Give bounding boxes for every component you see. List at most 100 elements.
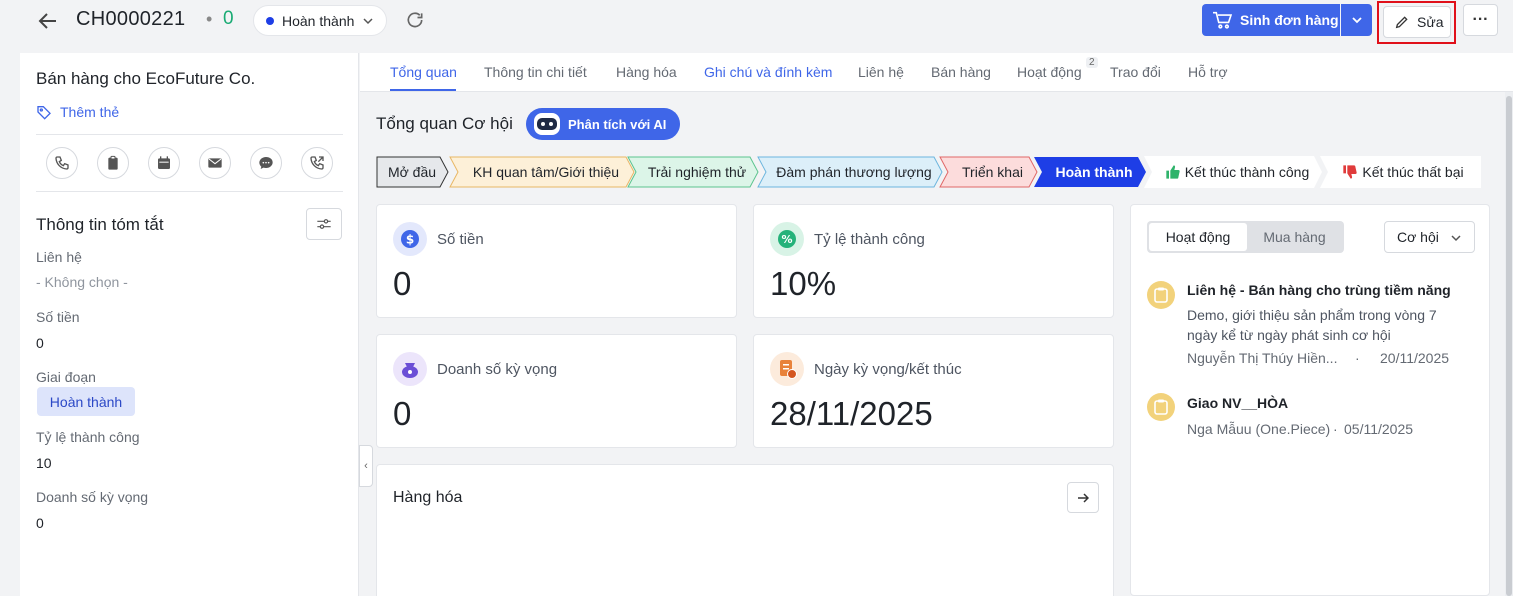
edit-button[interactable]: Sửa <box>1383 6 1451 38</box>
scrollbar-thumb[interactable] <box>1506 96 1512 596</box>
amount-card-value: 0 <box>393 265 412 302</box>
tab-overview[interactable]: Tổng quan <box>390 64 457 80</box>
activity-meta-sep: · <box>1355 350 1360 366</box>
tab-goods[interactable]: Hàng hóa <box>616 64 677 80</box>
dollar-icon: $ <box>393 222 427 256</box>
status-dropdown[interactable]: Hoàn thành <box>253 5 387 36</box>
add-tag-label: Thêm thẻ <box>60 104 120 120</box>
svg-text:$: $ <box>406 233 414 247</box>
thumbs-down-icon <box>1343 165 1358 179</box>
rate-value: 10 <box>36 455 52 471</box>
divider <box>36 191 343 192</box>
stage-pipeline: Mở đầu KH quan tâm/Giới thiệu Trải nghiệ… <box>376 156 1486 188</box>
collapse-panel-button[interactable]: ‹ <box>359 445 373 487</box>
ai-analysis-button[interactable]: Phân tích với AI <box>526 108 680 140</box>
back-arrow-icon[interactable] <box>36 9 60 33</box>
tab-details[interactable]: Thông tin chi tiết <box>484 64 587 80</box>
left-panel: Bán hàng cho EcoFuture Co. Thêm thẻ Thôn… <box>20 53 359 596</box>
expected-sales-value: 0 <box>393 395 412 432</box>
tab-discussion[interactable]: Trao đổi <box>1110 64 1161 80</box>
expected-value: 0 <box>36 515 44 531</box>
more-options-button[interactable]: ··· <box>1463 4 1498 36</box>
stage-deployment[interactable]: Triển khai <box>948 156 1037 188</box>
calendar-button[interactable] <box>148 147 180 179</box>
task-clipboard-icon <box>1147 393 1175 421</box>
tab-contacts[interactable]: Liên hệ <box>858 64 904 80</box>
stage-failed[interactable]: Kết thúc thất bại <box>1328 156 1478 188</box>
expected-date-label: Ngày kỳ vọng/kết thúc <box>814 361 962 378</box>
stage-negotiation[interactable]: Đàm phán thương lượng <box>766 156 942 188</box>
status-label: Hoàn thành <box>282 12 355 29</box>
stage-completed[interactable]: Hoàn thành <box>1042 156 1146 188</box>
stage-interested[interactable]: KH quan tâm/Giới thiệu <box>458 156 634 188</box>
goods-open-button[interactable] <box>1067 482 1099 513</box>
refresh-icon[interactable] <box>405 10 425 30</box>
generate-order-dropdown[interactable] <box>1341 4 1372 36</box>
segment-activity[interactable]: Hoạt động <box>1149 223 1247 251</box>
opportunity-code: CH0000221 <box>76 8 186 30</box>
stage-label: Giai đoạn <box>36 369 96 385</box>
activity-author: Nga Mẫuu (One.Piece) <box>1187 421 1331 437</box>
email-button[interactable] <box>199 147 231 179</box>
chevron-down-icon <box>1351 17 1362 24</box>
stage-failed-label: Kết thúc thất bại <box>1362 164 1464 180</box>
percent-icon: % <box>770 222 804 256</box>
amount-value: 0 <box>36 335 44 351</box>
summary-title: Thông tin tóm tắt <box>36 215 164 234</box>
activity-title[interactable]: Giao NV__HÒA <box>1187 395 1288 411</box>
activity-filter-select[interactable]: Cơ hội <box>1384 221 1475 253</box>
tab-activities[interactable]: Hoạt động <box>1017 64 1082 80</box>
arrow-right-icon <box>1078 492 1089 503</box>
stage-success-label: Kết thúc thành công <box>1184 164 1310 180</box>
overview-title: Tổng quan Cơ hội <box>376 114 513 133</box>
activity-title[interactable]: Liên hệ - Bán hàng cho trùng tiềm năng <box>1187 282 1451 298</box>
more-label: ··· <box>1472 11 1489 28</box>
task-button[interactable] <box>97 147 129 179</box>
add-tag-link[interactable]: Thêm thẻ <box>36 104 119 120</box>
quick-actions <box>46 147 333 179</box>
call-transfer-icon <box>310 156 324 170</box>
activity-segment-control: Hoạt động Mua hàng <box>1147 221 1344 253</box>
chat-button[interactable] <box>250 147 282 179</box>
thumbs-up-icon <box>1166 165 1180 179</box>
contact-value: - Không chọn - <box>36 274 128 290</box>
generate-order-button[interactable]: Sinh đơn hàng <box>1202 4 1340 36</box>
goods-card: Hàng hóa <box>376 464 1114 596</box>
stage-opening[interactable]: Mở đầu <box>376 156 448 188</box>
contact-label: Liên hệ <box>36 249 82 265</box>
phone-button[interactable] <box>46 147 78 179</box>
top-bar: CH0000221 • 0 Hoàn thành Sinh đơn hàng S… <box>0 0 1513 44</box>
mail-icon <box>208 158 222 168</box>
status-dot <box>266 16 274 25</box>
header-amount: 0 <box>223 8 234 29</box>
success-rate-value: 10% <box>770 265 837 302</box>
segment-purchase[interactable]: Mua hàng <box>1247 223 1342 251</box>
separator-dot: • <box>206 9 213 29</box>
success-rate-label: Tỷ lệ thành công <box>814 231 925 248</box>
tab-notes[interactable]: Ghi chú và đính kèm <box>704 64 832 80</box>
opportunity-title: Bán hàng cho EcoFuture Co. <box>36 69 256 88</box>
rate-label: Tỷ lệ thành công <box>36 429 140 445</box>
activity-date: 20/11/2025 <box>1380 350 1450 366</box>
expected-sales-label: Doanh số kỳ vọng <box>437 361 558 378</box>
tab-sales[interactable]: Bán hàng <box>931 64 991 80</box>
amount-card-label: Số tiền <box>437 231 484 248</box>
invoice-icon <box>770 352 804 386</box>
ai-button-label: Phân tích với AI <box>568 116 667 132</box>
phone-icon <box>55 156 69 170</box>
activity-panel: Hoạt động Mua hàng Cơ hội Liên hệ - Bán … <box>1130 204 1490 596</box>
task-clipboard-icon <box>1147 281 1175 309</box>
call-transfer-button[interactable] <box>301 147 333 179</box>
summary-settings-button[interactable] <box>306 208 342 240</box>
activity-author: Nguyễn Thị Thúy Hiền... <box>1187 350 1338 366</box>
divider <box>36 134 343 135</box>
tab-support[interactable]: Hỗ trợ <box>1188 64 1228 80</box>
stage-trial[interactable]: Trải nghiệm thử <box>636 156 758 188</box>
cart-icon <box>1213 11 1232 29</box>
expected-date-value: 28/11/2025 <box>770 395 933 432</box>
money-bag-icon <box>393 352 427 386</box>
stage-badge: Hoàn thành <box>37 387 135 416</box>
stage-success[interactable]: Kết thúc thành công <box>1152 156 1322 188</box>
clipboard-icon <box>108 155 118 170</box>
activity-filter-value: Cơ hội <box>1397 229 1439 245</box>
